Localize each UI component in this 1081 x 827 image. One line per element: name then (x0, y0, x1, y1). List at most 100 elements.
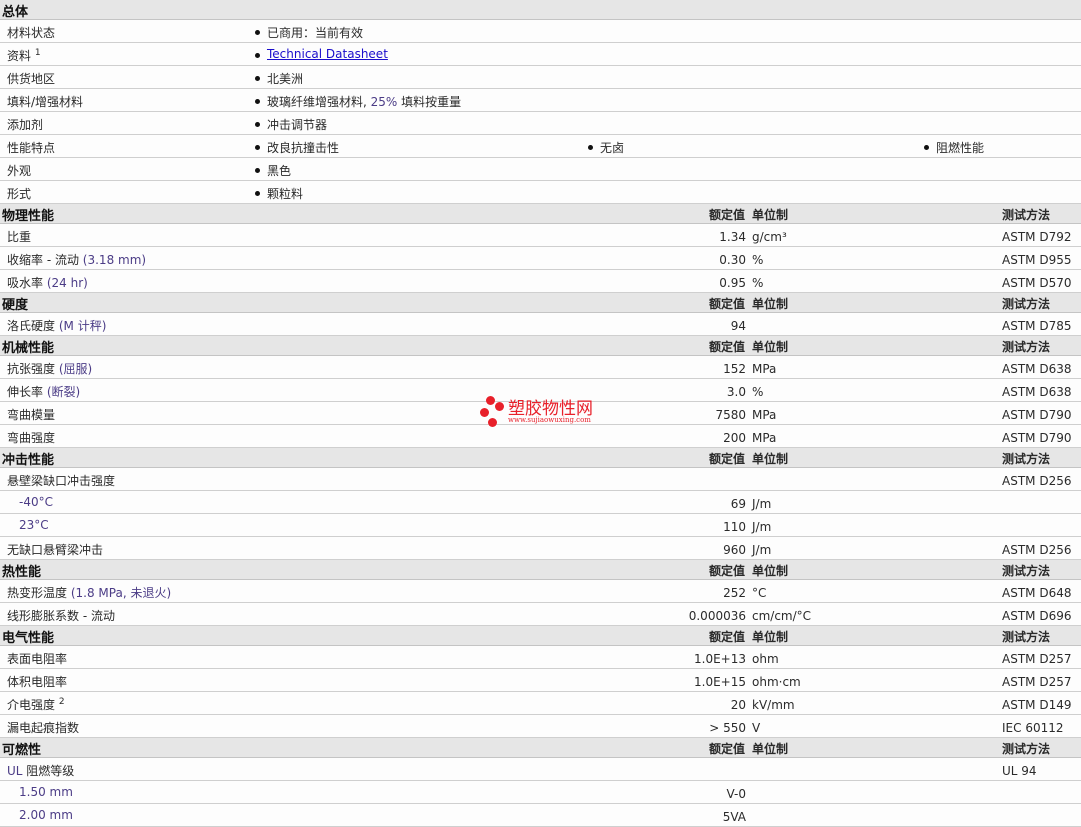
property-label-text: 收缩率 - 流动 (7, 253, 79, 267)
table-row: 1.50 mm V-0 (0, 781, 1081, 804)
column-header-unit: 单位制 (752, 630, 789, 644)
unit: MPa (752, 431, 777, 445)
nominal-value: 110 (723, 520, 746, 534)
footnote-marker[interactable]: 2 (59, 697, 65, 707)
column-header-value: 额定值 (708, 297, 745, 311)
nominal-value: 20 (730, 698, 746, 712)
table-row: 热变形温度 (1.8 MPa, 未退火) 252 °C ASTM D648 (0, 580, 1081, 603)
section-title: 总体 (2, 5, 29, 20)
property-label-text: 抗张强度 (7, 362, 56, 376)
table-row: 资料 1 Technical Datasheet (0, 43, 1081, 66)
filler-percent: 25% (370, 95, 398, 109)
filler-text-suffix: 填料按重量 (397, 95, 462, 109)
filler-text: 玻璃纤维增强材料, (267, 95, 371, 109)
nominal-value: > 550 (709, 721, 746, 735)
property-label-text: 23°C (19, 518, 49, 532)
bullet-item: 冲击调节器 (254, 118, 328, 132)
test-method: UL 94 (1002, 764, 1037, 778)
test-condition: (3.18 mm) (82, 253, 147, 267)
section-header: 硬度 额定值 单位制 测试方法 (0, 293, 1081, 313)
unit: °C (752, 586, 767, 600)
unit: MPa (752, 362, 777, 376)
nominal-value: 69 (730, 497, 746, 511)
section-title: 可燃性 (2, 743, 42, 758)
section-title: 电气性能 (2, 631, 55, 646)
property-label-text: 介电强度 (7, 698, 56, 712)
nominal-value: V-0 (726, 787, 746, 801)
property-label: 洛氏硬度 (M 计秤) (7, 317, 106, 334)
column-header-unit: 单位制 (752, 742, 789, 756)
column-header-method: 测试方法 (1002, 564, 1051, 578)
property-label-text: 材料状态 (7, 26, 56, 40)
table-row: 供货地区 北美洲 (0, 66, 1081, 89)
property-label: 23°C (19, 518, 49, 532)
section-header-general: 总体 (0, 0, 1081, 20)
watermark-logo: 塑胶物性网 www.sujiaowuxing.com (476, 392, 616, 432)
property-label-text: 洛氏硬度 (7, 319, 56, 333)
section-title: 热性能 (2, 565, 42, 580)
column-header-value: 额定值 (708, 340, 745, 354)
property-label-text: 悬壁梁缺口冲击强度 (7, 474, 116, 488)
unit: MPa (752, 408, 777, 422)
test-method: ASTM D149 (1002, 698, 1072, 712)
table-row: 性能特点 改良抗撞击性 无卤 阻燃性能 (0, 135, 1081, 158)
property-label: 伸长率 (断裂) (7, 383, 80, 400)
test-method: ASTM D785 (1002, 319, 1072, 333)
property-label: 填料/增强材料 (7, 93, 83, 110)
bullet-item: 改良抗撞击性 (254, 141, 340, 155)
property-label: 热变形温度 (1.8 MPa, 未退火) (7, 584, 171, 601)
unit: % (752, 385, 764, 399)
technical-datasheet-link[interactable]: Technical Datasheet (267, 47, 388, 61)
test-method: ASTM D955 (1002, 253, 1072, 267)
property-label: 供货地区 (7, 70, 55, 87)
unit: J/m (752, 497, 772, 511)
table-row: 材料状态 已商用：当前有效 (0, 20, 1081, 43)
unit: V (752, 721, 761, 735)
table-row: 表面电阻率 1.0E+13 ohm ASTM D257 (0, 646, 1081, 669)
nominal-value: 0.95 (719, 276, 746, 290)
property-label-text: 供货地区 (7, 72, 56, 86)
nominal-value: 5VA (722, 810, 746, 824)
property-label: 漏电起痕指数 (7, 719, 79, 736)
table-row: 填料/增强材料 玻璃纤维增强材料, 25% 填料按重量 (0, 89, 1081, 112)
bullet-item: 黑色 (254, 164, 292, 178)
column-header-value: 额定值 (708, 564, 745, 578)
nominal-value: 152 (723, 362, 746, 376)
test-condition: (断裂) (46, 385, 81, 399)
unit: J/m (752, 520, 772, 534)
property-label: 外观 (7, 162, 31, 179)
property-label-text: 阻燃等级 (22, 764, 75, 778)
table-row: UL 阻燃等级 UL 94 (0, 758, 1081, 781)
test-condition: (屈服) (58, 362, 93, 376)
property-label-text: 无缺口悬臂梁冲击 (7, 543, 104, 557)
table-row: 洛氏硬度 (M 计秤) 94 ASTM D785 (0, 313, 1081, 336)
table-row: 2.00 mm 5VA (0, 804, 1081, 827)
unit: cm/cm/°C (752, 609, 812, 623)
property-label-text: 资料 (7, 49, 32, 63)
test-method: ASTM D648 (1002, 586, 1072, 600)
column-header-value: 额定值 (708, 452, 745, 466)
column-header-unit: 单位制 (752, 564, 789, 578)
test-method: ASTM D257 (1002, 652, 1072, 666)
property-label-text: 外观 (7, 164, 32, 178)
table-row: 抗张强度 (屈服) 152 MPa ASTM D638 (0, 356, 1081, 379)
property-label-text: 形式 (7, 187, 32, 201)
nominal-value: 960 (723, 543, 746, 557)
section-header: 机械性能 额定值 单位制 测试方法 (0, 336, 1081, 356)
nominal-value: 1.0E+15 (694, 675, 746, 689)
unit: g/cm³ (752, 230, 787, 244)
bullet-item: 已商用：当前有效 (254, 26, 364, 40)
property-label: 收缩率 - 流动 (3.18 mm) (7, 251, 146, 268)
property-label: 体积电阻率 (7, 673, 67, 690)
test-method: ASTM D638 (1002, 385, 1072, 399)
footnote-marker[interactable]: 1 (35, 48, 41, 58)
table-row: 比重 1.34 g/cm³ ASTM D792 (0, 224, 1081, 247)
property-label: 线形膨胀系数 - 流动 (7, 607, 115, 624)
section-header: 电气性能 额定值 单位制 测试方法 (0, 626, 1081, 646)
test-method: ASTM D257 (1002, 675, 1072, 689)
property-label-text: 表面电阻率 (7, 652, 68, 666)
unit: ohm (752, 652, 779, 666)
test-method: ASTM D790 (1002, 431, 1072, 445)
property-label: 材料状态 (7, 24, 55, 41)
property-label: 添加剂 (7, 116, 43, 133)
